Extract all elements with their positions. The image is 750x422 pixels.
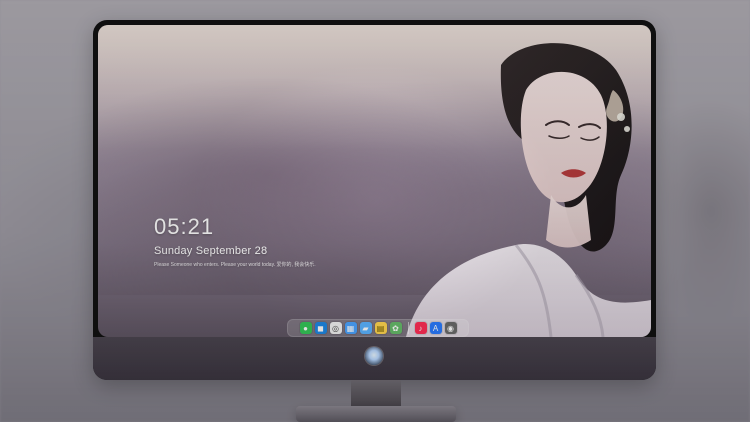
finder-icon[interactable]: ◼ xyxy=(314,322,327,334)
monitor-logo-icon xyxy=(365,347,383,365)
stand-neck xyxy=(351,380,401,408)
messages-icon[interactable]: ● xyxy=(299,322,312,334)
stand-base xyxy=(296,406,456,422)
preview-icon[interactable]: ▦ xyxy=(344,322,357,334)
photos-icon[interactable]: ✿ xyxy=(389,322,402,334)
monitor: 05:21 Sunday September 28 Please Someone… xyxy=(93,20,656,380)
music-icon[interactable]: ♪ xyxy=(414,322,427,334)
clock-time: 05:21 xyxy=(154,214,215,239)
wallpaper-figure xyxy=(406,43,651,337)
camera-icon[interactable]: ◉ xyxy=(444,322,457,334)
dock-separator xyxy=(407,322,409,334)
monitor-chin xyxy=(93,337,656,380)
final-cut-icon[interactable]: ▰ xyxy=(359,322,372,334)
lock-screen-quote: Please Someone who enters. Please your w… xyxy=(154,262,316,268)
screen: 05:21 Sunday September 28 Please Someone… xyxy=(98,25,651,337)
monitor-stand xyxy=(296,380,456,422)
clock-date: Sunday September 28 xyxy=(154,245,268,257)
safari-icon[interactable]: ◎ xyxy=(329,322,342,334)
notes-icon[interactable]: ▤ xyxy=(374,322,387,334)
lock-screen-clock: 05:21 Sunday September 28 Please Someone… xyxy=(154,214,316,269)
app-store-icon[interactable]: A xyxy=(429,322,442,334)
dock: ● ◼ ◎ ▦ ▰ ▤ ✿ ♪ A ◉ xyxy=(287,319,469,337)
